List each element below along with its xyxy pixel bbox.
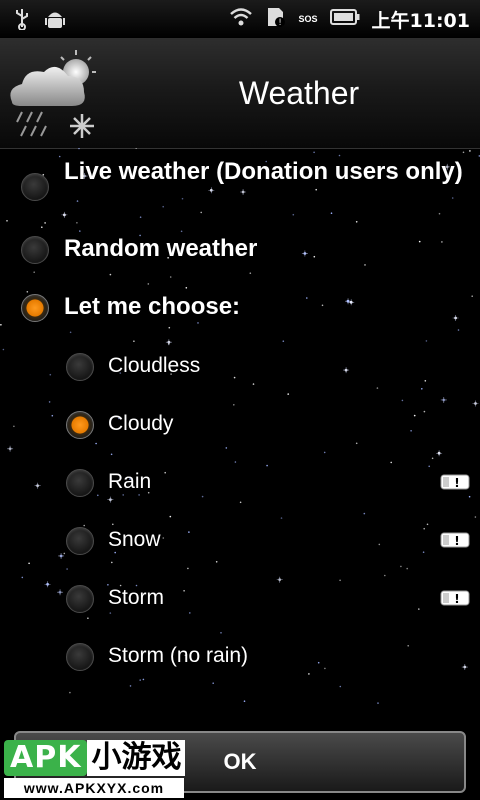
locked-badge-icon: ! xyxy=(440,590,470,606)
radio-let-me-choose[interactable] xyxy=(21,294,49,322)
locked-badge-icon: ! xyxy=(440,474,470,490)
radio-random-weather[interactable] xyxy=(21,236,49,264)
watermark-logo: APK 小游戏 www.APKXYX.com xyxy=(0,736,188,800)
clock: 上午11:01 xyxy=(371,10,470,32)
svg-text:!: ! xyxy=(454,534,459,548)
battery-icon xyxy=(329,8,360,31)
svg-text:!: ! xyxy=(278,18,282,28)
usb-icon xyxy=(14,8,30,35)
radio-cloudy[interactable] xyxy=(66,411,94,439)
radio-rain[interactable] xyxy=(66,469,94,497)
choice-snow-label[interactable]: Snow xyxy=(108,526,161,554)
locked-badge-icon: ! xyxy=(440,532,470,548)
watermark-cn: 小游戏 xyxy=(87,740,186,776)
option-let-me-choose-label[interactable]: Let me choose: xyxy=(64,291,240,322)
choice-rain-label[interactable]: Rain xyxy=(108,468,151,496)
sim-icon: ! xyxy=(265,6,287,33)
watermark-apk: APK xyxy=(4,740,88,776)
wifi-icon xyxy=(229,7,253,32)
radio-live-weather[interactable] xyxy=(21,173,49,201)
choice-storm-no-rain-label[interactable]: Storm (no rain) xyxy=(108,642,248,670)
radio-cloudless[interactable] xyxy=(66,353,94,381)
radio-snow[interactable] xyxy=(66,527,94,555)
android-debug-icon xyxy=(44,8,66,35)
status-bar: ! SOS 上午11:01 xyxy=(0,0,480,38)
option-live-weather-label[interactable]: Live weather (Donation users only) xyxy=(64,156,464,187)
choice-cloudless-label[interactable]: Cloudless xyxy=(108,352,200,380)
svg-text:!: ! xyxy=(454,592,459,606)
radio-storm[interactable] xyxy=(66,585,94,613)
page-title: Weather xyxy=(238,74,360,111)
svg-text:!: ! xyxy=(454,476,459,490)
choice-cloudy-label[interactable]: Cloudy xyxy=(108,410,173,438)
sos-icon: SOS xyxy=(298,14,318,24)
watermark-url: www.APKXYX.com xyxy=(4,778,184,798)
title-bar: Weather xyxy=(0,38,480,149)
weather-app-icon xyxy=(4,44,104,144)
option-random-weather-label[interactable]: Random weather xyxy=(64,233,257,264)
choice-storm-label[interactable]: Storm xyxy=(108,584,164,612)
radio-storm-no-rain[interactable] xyxy=(66,643,94,671)
